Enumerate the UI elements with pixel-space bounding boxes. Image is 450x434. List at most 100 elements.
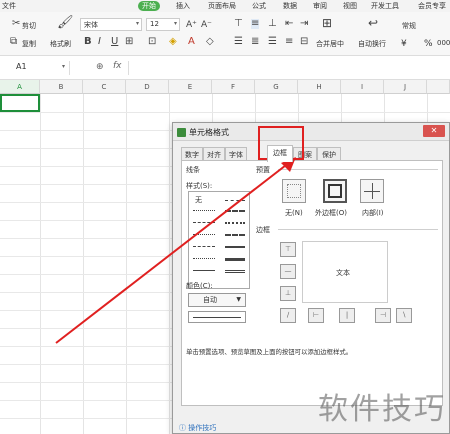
merge-center-icon[interactable]: ⊞ xyxy=(322,17,332,29)
column-header-h[interactable]: H xyxy=(298,80,341,94)
column-header-g[interactable]: G xyxy=(255,80,298,94)
line-style-option[interactable] xyxy=(225,258,245,261)
menu-view[interactable]: 视图 xyxy=(343,1,357,11)
font-shrink-icon[interactable]: A⁻ xyxy=(201,20,212,30)
italic-icon[interactable]: I xyxy=(98,37,101,47)
column-header-i[interactable]: I xyxy=(341,80,384,94)
column-header-e[interactable]: E xyxy=(169,80,212,94)
format-painter-icon[interactable]: 🖌 xyxy=(57,16,74,29)
preset-none-label[interactable]: 无(N) xyxy=(285,208,303,218)
merge-center-label[interactable]: 合并居中 xyxy=(316,39,344,49)
menu-insert[interactable]: 插入 xyxy=(176,1,190,11)
line-style-option[interactable] xyxy=(193,234,215,235)
column-header-j[interactable]: J xyxy=(384,80,427,94)
menu-file[interactable]: 文件 xyxy=(2,1,16,11)
align-bottom-icon[interactable]: ⊥ xyxy=(268,19,277,29)
preset-inside-label[interactable]: 内部(I) xyxy=(362,208,384,218)
close-button[interactable]: ✕ xyxy=(423,125,445,137)
tab-border[interactable]: 边框 xyxy=(267,145,293,162)
line-style-option[interactable] xyxy=(225,210,245,212)
indent-decrease-icon[interactable]: ⇤ xyxy=(285,19,293,29)
border-left-button[interactable]: ⊢ xyxy=(308,308,324,323)
line-style-option[interactable] xyxy=(225,246,245,248)
scissors-icon[interactable]: ✂ xyxy=(12,19,20,29)
border-bottom-button[interactable]: ⊥ xyxy=(280,286,296,301)
formula-input[interactable] xyxy=(128,61,448,75)
percent-button[interactable]: % xyxy=(424,39,433,49)
column-header-a[interactable]: A xyxy=(0,80,40,94)
line-style-option[interactable] xyxy=(225,270,245,273)
menu-review[interactable]: 审阅 xyxy=(313,1,327,11)
border-middle-button[interactable]: — xyxy=(280,264,296,279)
border-icon[interactable]: ⊞ xyxy=(125,37,133,47)
font-name-select[interactable]: 宋体 ▾ xyxy=(80,18,142,31)
align-middle-icon[interactable]: ≡ xyxy=(251,19,260,29)
border-top-button[interactable]: ⊤ xyxy=(280,242,296,257)
line-style-option[interactable] xyxy=(225,200,245,201)
wrap-text-icon[interactable]: ↩ xyxy=(368,17,378,29)
preset-none-button[interactable] xyxy=(282,179,306,203)
format-painter-label[interactable]: 格式刷 xyxy=(50,39,71,49)
align-center-icon[interactable]: ≣ xyxy=(251,37,259,47)
menu-developer[interactable]: 开发工具 xyxy=(371,1,399,11)
color-select[interactable]: 自动 ▼ xyxy=(188,293,246,307)
tab-number[interactable]: 数字 xyxy=(181,147,203,161)
menu-home[interactable]: 开始 xyxy=(138,1,160,11)
eraser-icon[interactable]: ◇ xyxy=(206,37,214,47)
menu-data[interactable]: 数据 xyxy=(283,1,297,11)
border-diagonal-down-button[interactable]: ∖ xyxy=(396,308,412,323)
line-style-list[interactable]: 无 xyxy=(188,191,250,289)
chevron-down-icon[interactable]: ▾ xyxy=(62,63,65,70)
column-header-k[interactable] xyxy=(427,80,450,94)
align-top-icon[interactable]: ⊤ xyxy=(234,19,243,29)
tab-alignment[interactable]: 对齐 xyxy=(203,147,225,161)
active-cell-a1[interactable] xyxy=(0,94,40,112)
tips-link[interactable]: ⓘ 操作技巧 xyxy=(179,423,216,433)
currency-button[interactable]: ¥ xyxy=(401,39,407,49)
menu-vip[interactable]: 会员专享 xyxy=(418,1,446,11)
justify-icon[interactable]: ≡ xyxy=(285,37,293,47)
line-style-option[interactable] xyxy=(225,222,245,224)
line-style-option[interactable] xyxy=(193,270,215,271)
font-color-icon[interactable]: A xyxy=(188,37,195,47)
font-size-select[interactable]: 12 ▾ xyxy=(146,18,180,31)
thousands-button[interactable]: 000 xyxy=(437,39,450,47)
preset-inside-button[interactable] xyxy=(360,179,384,203)
preset-outline-button[interactable] xyxy=(323,179,347,203)
align-left-icon[interactable]: ☰ xyxy=(234,37,243,47)
border-right-button[interactable]: ⊣ xyxy=(375,308,391,323)
line-style-option[interactable] xyxy=(193,246,215,247)
copy-label[interactable]: 复制 xyxy=(22,39,36,49)
menu-page-layout[interactable]: 页面布局 xyxy=(208,1,236,11)
align-right-icon[interactable]: ☰ xyxy=(268,37,277,47)
bold-icon[interactable]: B xyxy=(84,37,92,47)
line-style-none[interactable]: 无 xyxy=(195,195,202,205)
dialog-title-bar[interactable]: 单元格格式 ✕ xyxy=(173,123,449,141)
indent-increase-icon[interactable]: ⇥ xyxy=(300,19,308,29)
font-grow-icon[interactable]: A⁺ xyxy=(186,20,197,30)
merge-cells-icon[interactable]: ⊡ xyxy=(148,37,156,47)
column-header-b[interactable]: B xyxy=(40,80,83,94)
fx-icon[interactable]: fx xyxy=(113,61,122,71)
name-box[interactable]: A1 xyxy=(2,61,70,75)
preset-outline-label[interactable]: 外边框(O) xyxy=(315,208,347,218)
column-header-f[interactable]: F xyxy=(212,80,255,94)
wrap-text-label[interactable]: 自动换行 xyxy=(358,39,386,49)
line-style-option[interactable] xyxy=(193,258,215,259)
line-style-option[interactable] xyxy=(193,210,215,211)
zoom-icon[interactable]: ⊕ xyxy=(96,62,104,72)
border-center-button[interactable]: | xyxy=(339,308,355,323)
copy-icon[interactable]: ⧉ xyxy=(10,37,17,47)
distributed-icon[interactable]: ⊟ xyxy=(300,37,308,47)
tab-font[interactable]: 字体 xyxy=(225,147,247,161)
underline-icon[interactable]: U xyxy=(111,37,118,47)
tab-protection[interactable]: 保护 xyxy=(317,147,341,161)
cut-label[interactable]: 剪切 xyxy=(22,21,36,31)
column-header-d[interactable]: D xyxy=(126,80,169,94)
border-diagonal-up-button[interactable]: ∕ xyxy=(280,308,296,323)
menu-formulas[interactable]: 公式 xyxy=(252,1,266,11)
column-header-c[interactable]: C xyxy=(83,80,126,94)
fill-color-icon[interactable]: ◈ xyxy=(169,37,177,47)
line-style-option[interactable] xyxy=(225,234,245,236)
line-style-option[interactable] xyxy=(193,222,215,223)
